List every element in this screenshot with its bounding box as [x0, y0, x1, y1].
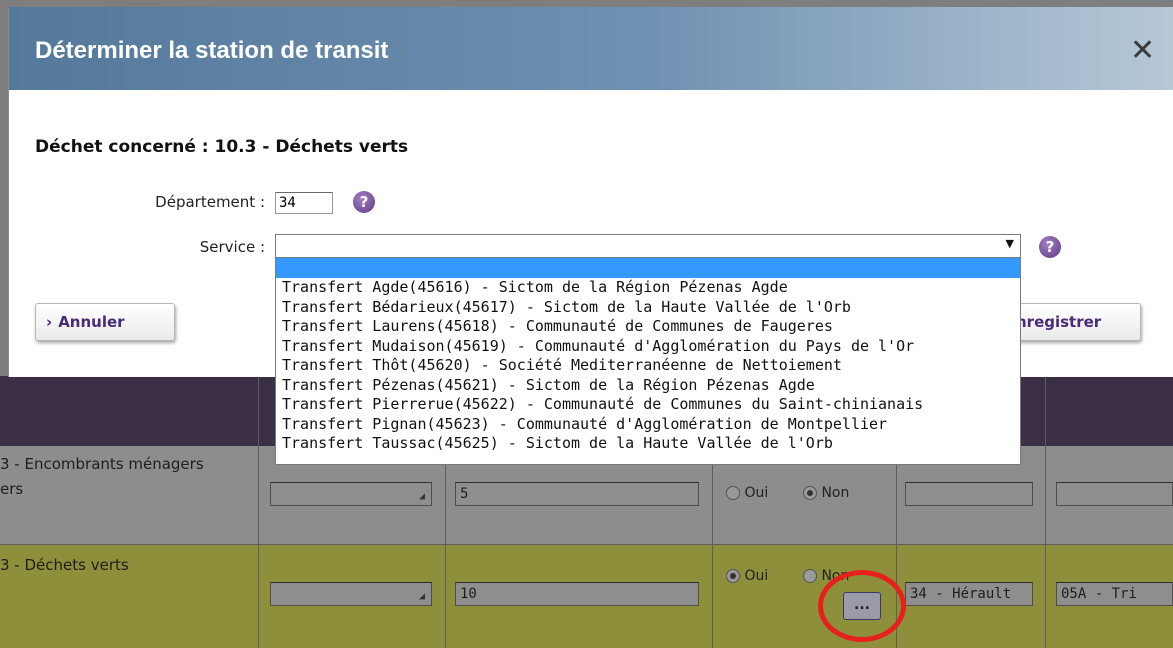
department-input[interactable]: 34 - Hérault — [905, 582, 1033, 606]
radio-oui[interactable]: Oui — [726, 568, 768, 584]
radio-oui-label: Oui — [744, 485, 769, 501]
chevron-right-icon: › — [46, 313, 53, 331]
resize-handle-icon: ◢ — [418, 491, 425, 502]
waste-label: Déchet concerné : 10.3 - Déchets verts — [35, 137, 409, 157]
dropdown-option-empty[interactable] — [276, 258, 1020, 278]
radio-oui[interactable]: Oui — [726, 485, 768, 501]
help-icon[interactable]: ? — [353, 191, 375, 213]
dropdown-option[interactable]: Transfert Agde(45616) - Sictom de la Rég… — [276, 278, 1020, 298]
row-label: 3 - Encombrants ménagers — [0, 455, 204, 473]
quantity-input[interactable]: 10 — [455, 582, 699, 606]
comment-textarea[interactable]: ◢ — [270, 482, 432, 506]
dialog-titlebar: Déterminer la station de transit ✕ — [9, 7, 1173, 90]
dropdown-option[interactable]: Transfert Pézenas(45621) - Sictom de la … — [276, 376, 1020, 396]
service-label: Service : — [199, 238, 265, 256]
column-divider — [258, 376, 259, 648]
radio-oui-label: Oui — [744, 568, 769, 584]
radio-checked-icon — [803, 486, 817, 500]
department-label: Département : — [155, 193, 265, 211]
dropdown-option[interactable]: Transfert Taussac(45625) - Sictom de la … — [276, 434, 1020, 454]
dropdown-option[interactable]: Transfert Mudaison(45619) - Communauté d… — [276, 337, 1020, 357]
dropdown-option[interactable]: Transfert Pignan(45623) - Communauté d'A… — [276, 415, 1020, 435]
quantity-input[interactable]: 5 — [455, 482, 699, 506]
treatment-input[interactable]: 05A - Tri — [1056, 582, 1173, 606]
comment-textarea[interactable]: ◢ — [270, 582, 432, 606]
row-label: ers — [0, 480, 24, 498]
cancel-button[interactable]: › Annuler — [35, 303, 175, 341]
dropdown-option[interactable]: Transfert Laurens(45618) - Communauté de… — [276, 317, 1020, 337]
dropdown-option[interactable]: Transfert Bédarieux(45617) - Sictom de l… — [276, 298, 1020, 318]
dropdown-option[interactable]: Transfert Pierrerue(45622) - Communauté … — [276, 395, 1020, 415]
cancel-button-label: Annuler — [58, 313, 125, 331]
radio-icon — [726, 486, 740, 500]
radio-icon — [803, 569, 817, 583]
close-icon[interactable]: ✕ — [1130, 33, 1155, 68]
annotation-circle — [818, 570, 906, 642]
service-dropdown-list: Transfert Agde(45616) - Sictom de la Rég… — [275, 257, 1021, 465]
save-button-label: nregistrer — [1016, 313, 1102, 331]
transit-station-dialog: Déterminer la station de transit ✕ Déche… — [8, 7, 1173, 465]
column-divider — [1045, 376, 1046, 648]
row-divider — [0, 544, 1173, 545]
department-input[interactable] — [905, 482, 1033, 506]
service-select[interactable]: ▼ — [275, 234, 1021, 258]
department-input[interactable] — [275, 192, 333, 214]
dropdown-option[interactable]: Transfert Thôt(45620) - Société Mediterr… — [276, 356, 1020, 376]
resize-handle-icon: ◢ — [418, 591, 425, 602]
row-label: 3 - Déchets verts — [0, 556, 129, 574]
radio-non-label: Non — [821, 485, 850, 501]
treatment-input[interactable] — [1056, 482, 1173, 506]
help-icon[interactable]: ? — [1039, 236, 1061, 258]
radio-checked-icon — [726, 569, 740, 583]
radio-non[interactable]: Non — [803, 485, 849, 501]
dropdown-arrow-icon: ▼ — [1005, 237, 1014, 250]
dialog-title: Déterminer la station de transit — [35, 37, 389, 64]
